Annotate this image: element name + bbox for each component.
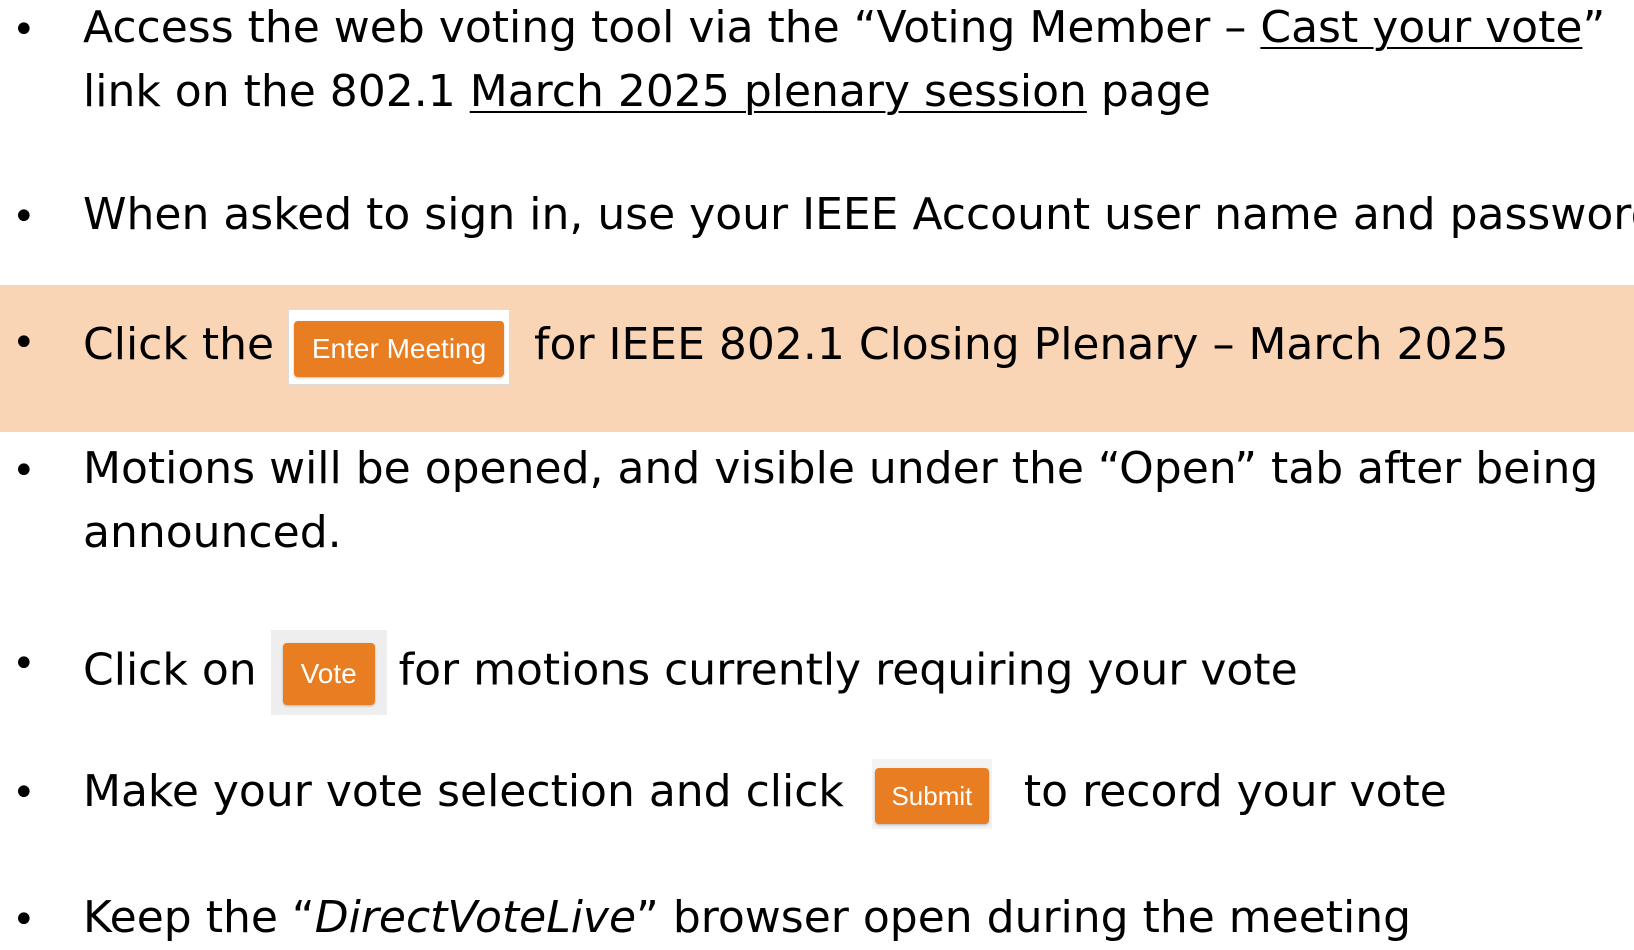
list-item-text: Access the web voting tool via the “Voti… — [83, 2, 1606, 53]
enter-meeting-button-frame: Enter Meeting — [288, 309, 511, 385]
list-item-text: Keep the “DirectVoteLive” browser open d… — [83, 892, 1412, 943]
cast-your-vote-link[interactable]: Cast your vote — [1260, 2, 1582, 53]
list-item-text-continued: link on the 802.1 March 2025 plenary ses… — [83, 66, 1211, 117]
vote-button[interactable]: Vote — [282, 643, 375, 705]
bullet-icon: • — [12, 448, 36, 494]
list-item-text: When asked to sign in, use your IEEE Acc… — [83, 189, 1634, 240]
bullet-icon: • — [12, 897, 36, 943]
bullet-icon: • — [12, 770, 36, 816]
submit-button-frame: Submit — [871, 759, 992, 829]
bullet-icon: • — [12, 194, 36, 240]
list-item-text: Make your vote selection and click Submit… — [83, 759, 1623, 829]
list-item-text: Click the Enter Meeting for IEEE 802.1 Clo… — [83, 309, 1623, 385]
vote-button-frame: Vote — [270, 630, 387, 715]
bullet-icon: • — [12, 641, 36, 687]
bullet-icon: • — [12, 320, 36, 366]
bullet-icon: • — [12, 7, 36, 53]
plenary-session-link[interactable]: March 2025 plenary session — [470, 66, 1087, 117]
list-item-text: Click on Vote for motions currently requir… — [83, 630, 1623, 715]
enter-meeting-button[interactable]: Enter Meeting — [294, 321, 505, 377]
directvotelive-name: DirectVoteLive — [314, 892, 637, 943]
submit-button[interactable]: Submit — [874, 768, 989, 824]
list-item-text: Motions will be opened, and visible unde… — [83, 443, 1599, 494]
list-item-text-continued: announced. — [83, 507, 342, 558]
